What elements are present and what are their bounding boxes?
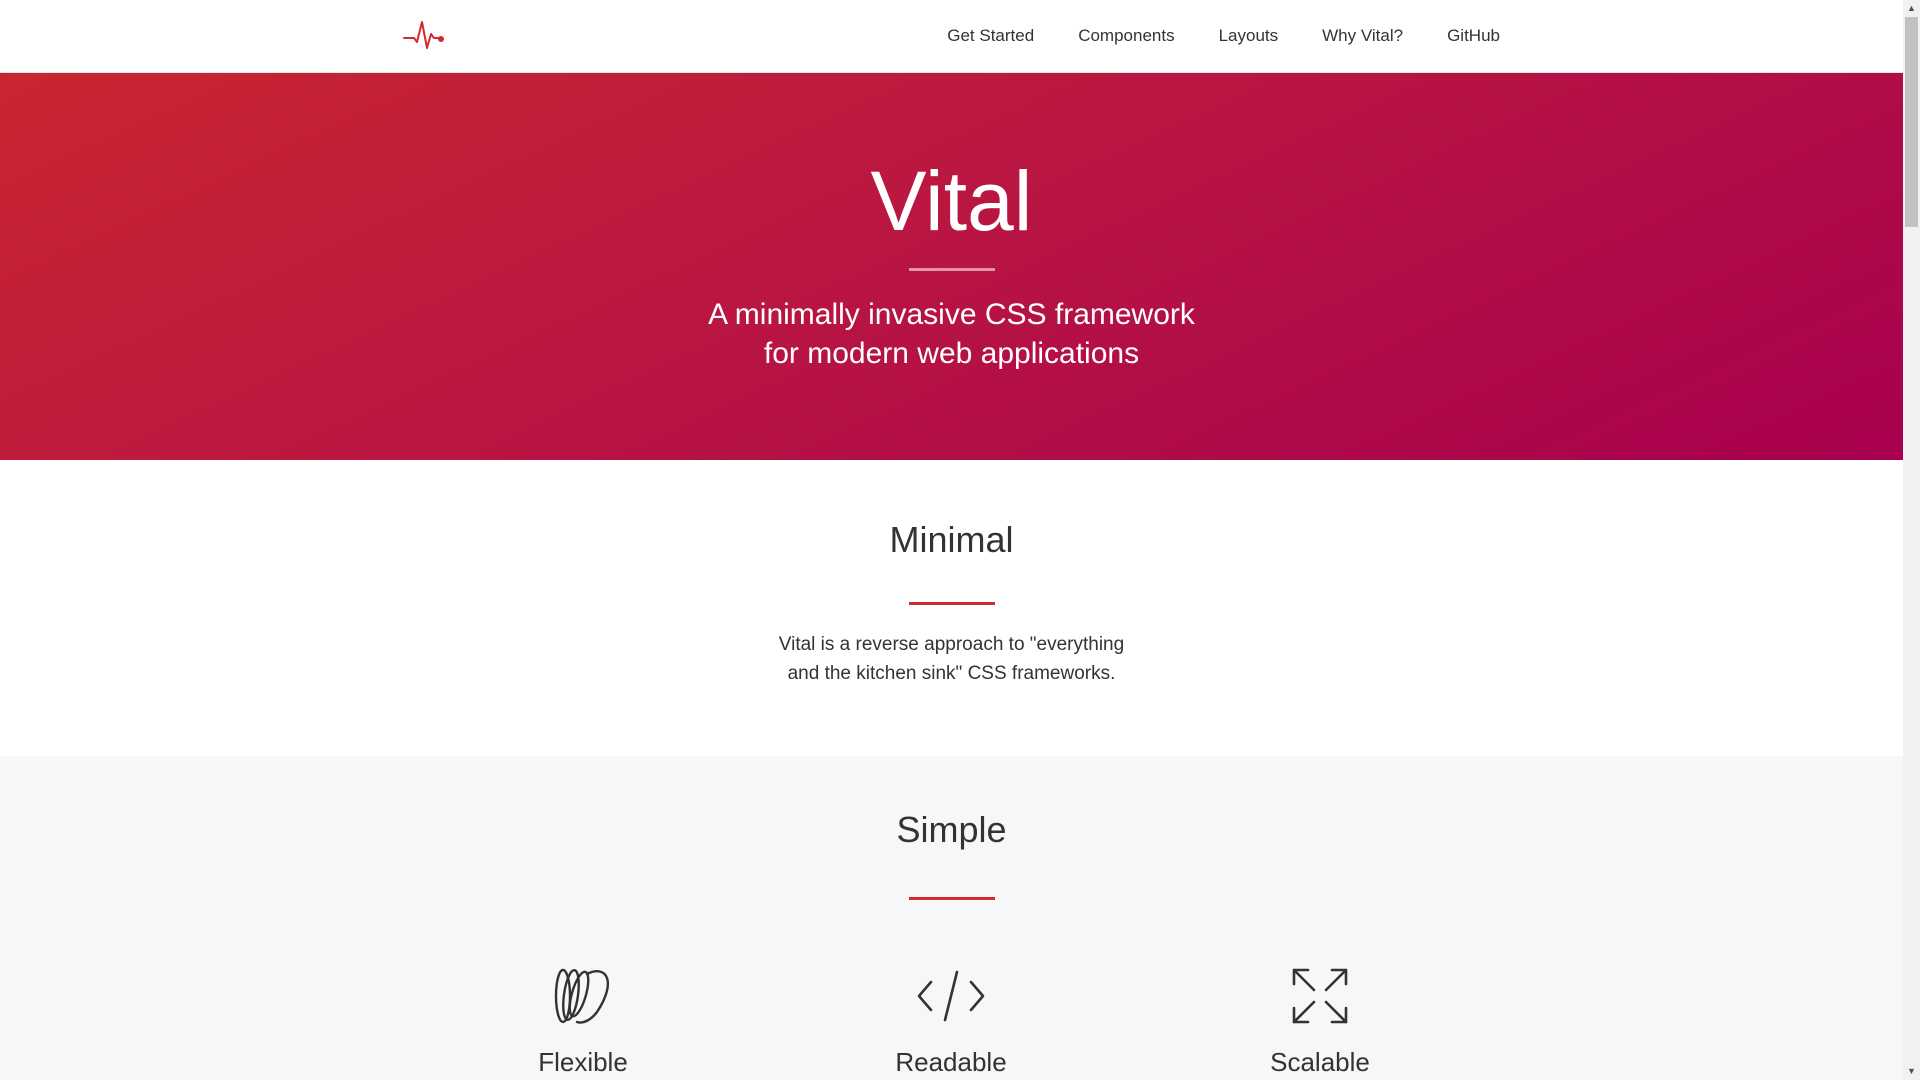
- simple-section: Simple Flexible Readable Scalable: [0, 756, 1903, 1080]
- nav-github[interactable]: GitHub: [1447, 26, 1500, 46]
- expand-arrows-icon: [1292, 968, 1348, 1024]
- minimal-heading: Minimal: [889, 519, 1014, 560]
- scroll-down-arrow-icon[interactable]: ▼: [1903, 1063, 1920, 1080]
- site-header: Get Started Components Layouts Why Vital…: [0, 0, 1903, 73]
- simple-divider: [908, 897, 995, 900]
- nav-get-started[interactable]: Get Started: [947, 26, 1034, 46]
- nav-components[interactable]: Components: [1078, 26, 1174, 46]
- scroll-up-arrow-icon[interactable]: ▲: [1903, 0, 1920, 17]
- feature-scalable: Scalable: [1200, 964, 1440, 1078]
- minimal-section: Minimal Vital is a reverse approach to "…: [0, 460, 1903, 756]
- minimal-description: Vital is a reverse approach to "everythi…: [0, 630, 1903, 688]
- feature-flexible-label: Flexible: [538, 1047, 628, 1077]
- feature-scalable-label: Scalable: [1270, 1047, 1370, 1077]
- hero-subtitle: A minimally invasive CSS framework for m…: [0, 295, 1903, 373]
- browser-viewport: Get Started Components Layouts Why Vital…: [0, 0, 1920, 1080]
- feature-readable-label: Readable: [895, 1047, 1007, 1077]
- minimal-description-line-2: and the kitchen sink" CSS frameworks.: [787, 663, 1116, 684]
- flexible-coil-icon: [554, 968, 609, 1024]
- main-nav: Get Started Components Layouts Why Vital…: [903, 0, 1500, 72]
- hero-divider: [908, 268, 995, 271]
- vital-pulse-logo-icon[interactable]: [402, 18, 446, 54]
- minimal-divider: [908, 602, 995, 605]
- vertical-scrollbar[interactable]: ▲ ▼: [1903, 0, 1920, 1080]
- hero-subtitle-line-1: A minimally invasive CSS framework: [708, 298, 1195, 331]
- hero-title: Vital: [870, 154, 1033, 248]
- scroll-thumb[interactable]: [1905, 17, 1918, 227]
- feature-flexible: Flexible: [463, 964, 703, 1078]
- nav-layouts[interactable]: Layouts: [1219, 26, 1279, 46]
- page: Get Started Components Layouts Why Vital…: [0, 0, 1903, 1080]
- hero-banner: Vital A minimally invasive CSS framework…: [0, 73, 1903, 460]
- hero-subtitle-line-2: for modern web applications: [763, 337, 1140, 370]
- feature-readable: Readable: [831, 964, 1071, 1078]
- nav-why-vital[interactable]: Why Vital?: [1322, 26, 1403, 46]
- simple-heading: Simple: [896, 809, 1007, 850]
- code-icon: [917, 970, 985, 1022]
- minimal-description-line-1: Vital is a reverse approach to "everythi…: [778, 634, 1125, 655]
